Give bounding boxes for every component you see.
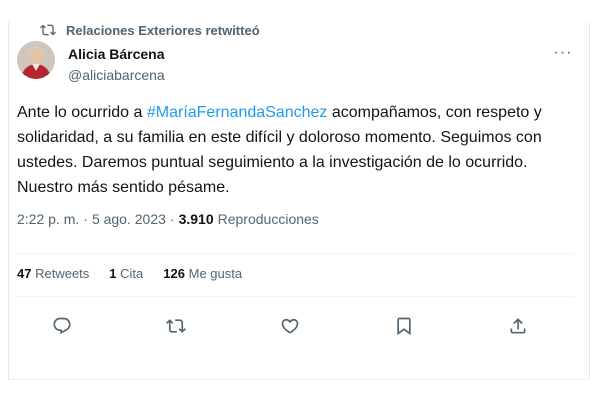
retweet-icon: [40, 24, 56, 36]
divider: [17, 253, 574, 254]
share-icon: [510, 318, 526, 334]
quotes-stat[interactable]: 1 Cita: [109, 266, 143, 281]
share-button[interactable]: [506, 314, 530, 338]
retweet-button[interactable]: [164, 314, 188, 338]
likes-label: Me gusta: [188, 266, 243, 281]
tweet-meta: 2:22 p. m. · 5 ago. 2023 · 3.910 Reprodu…: [17, 211, 319, 227]
meta-separator: ·: [83, 211, 88, 227]
retweets-label: Retweets: [35, 266, 90, 281]
meta-separator: ·: [169, 211, 175, 227]
likes-stat[interactable]: 126 Me gusta: [163, 266, 242, 281]
retweets-stat[interactable]: 47 Retweets: [17, 266, 89, 281]
bookmark-icon: [397, 317, 411, 336]
quotes-label: Cita: [120, 266, 144, 281]
retweet-context[interactable]: Relaciones Exteriores retwitteó: [40, 22, 260, 38]
likes-count: 126: [163, 266, 185, 281]
like-icon: [281, 318, 299, 334]
views-count: 3.910: [178, 211, 214, 227]
reply-icon: [53, 317, 71, 335]
avatar-image: [17, 41, 55, 79]
retweet-icon: [166, 319, 186, 333]
more-options-icon[interactable]: ···: [552, 42, 574, 64]
reply-button[interactable]: [50, 314, 74, 338]
action-bar: [50, 314, 530, 338]
tweet-date[interactable]: 5 ago. 2023: [92, 211, 166, 227]
retweet-context-text: Relaciones Exteriores retwitteó: [66, 22, 260, 38]
hashtag-link[interactable]: #MaríaFernandaSanchez: [147, 104, 328, 121]
tweet-text-part1: Ante lo ocurrido a: [17, 104, 147, 121]
like-button[interactable]: [278, 314, 302, 338]
author-handle[interactable]: @aliciabarcena: [68, 67, 165, 83]
quotes-count: 1: [109, 266, 117, 281]
tweet-time[interactable]: 2:22 p. m.: [17, 211, 79, 227]
views-label: Reproducciones: [217, 211, 319, 227]
tweet-stats: 47 Retweets 1 Cita 126 Me gusta: [17, 266, 242, 281]
author-name[interactable]: Alicia Bárcena: [68, 46, 165, 62]
retweets-count: 47: [17, 266, 32, 281]
bookmark-button[interactable]: [392, 314, 416, 338]
divider: [17, 296, 574, 297]
avatar[interactable]: [17, 41, 55, 79]
tweet-text: Ante lo ocurrido a #MaríaFernandaSanchez…: [17, 100, 572, 200]
